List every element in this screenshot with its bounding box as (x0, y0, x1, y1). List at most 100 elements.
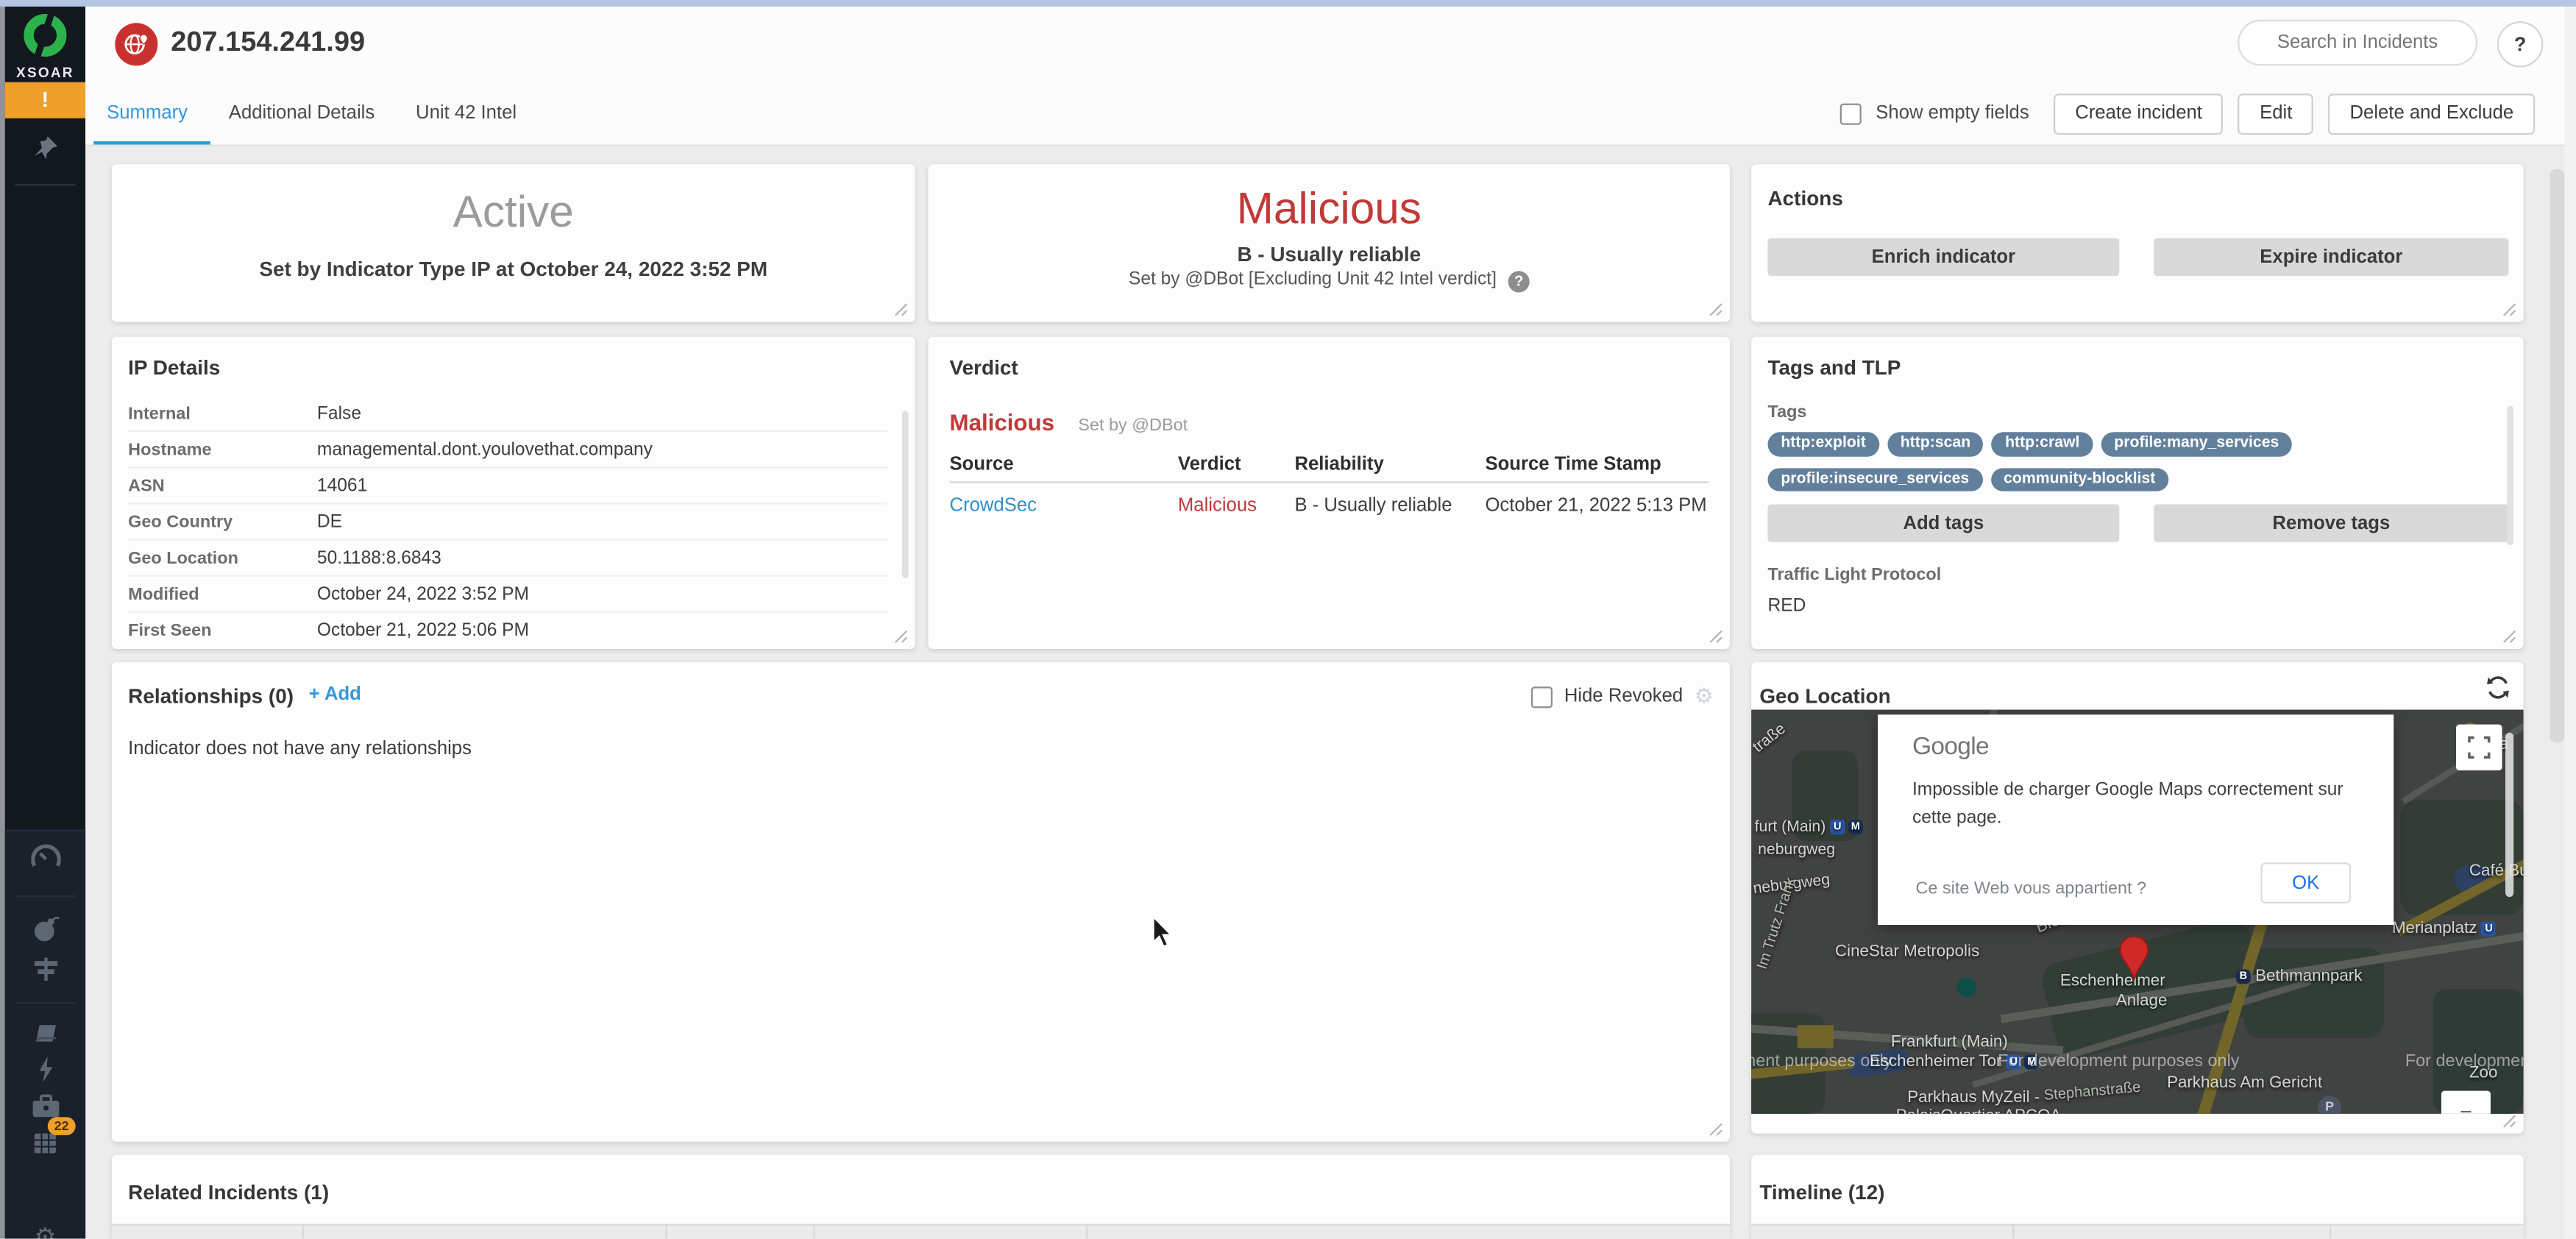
ok-button[interactable]: OK (2260, 862, 2351, 903)
verdict-banner-set-by: Set by @DBot [Excluding Unit 42 Intel ve… (1129, 269, 1497, 289)
table-row: ASN14061 (128, 468, 887, 504)
sidebar-item-incident-active[interactable]: ! (5, 82, 85, 118)
resize-handle-icon[interactable] (894, 629, 909, 644)
tag-pill[interactable]: community-blocklist (1990, 467, 2168, 491)
card-scrollbar[interactable] (2505, 733, 2513, 897)
dialog-question: Ce site Web vous appartient ? (1915, 879, 2146, 899)
resize-handle-icon[interactable] (2502, 629, 2517, 644)
column-header: Reliability (1294, 455, 1383, 475)
ip-details-card: IP Details InternalFalse Hostnamemanagem… (112, 337, 915, 649)
sbahn-icon: B (2236, 969, 2251, 984)
xsoar-logo-icon[interactable] (23, 13, 67, 57)
verdict-set-by: Set by @DBot (1078, 416, 1188, 436)
incidents-bomb-icon[interactable] (5, 913, 85, 951)
tab-summary[interactable]: Summary (107, 82, 188, 145)
table-row: InternalFalse (128, 396, 887, 432)
marketplace-count-badge: 22 (48, 1117, 76, 1135)
map-label: Parkhaus MyZeil - (1907, 1089, 2040, 1107)
hide-revoked-checkbox[interactable] (1531, 686, 1553, 707)
map-label: neburgweg (1758, 841, 1835, 859)
source-link[interactable]: CrowdSec (950, 496, 1037, 516)
create-incident-button[interactable]: Create incident (2054, 93, 2224, 134)
row-timestamp: October 21, 2022 5:13 PM (1485, 496, 1706, 516)
dashboard-gauge-icon[interactable] (5, 845, 85, 879)
metro-icon: M (1848, 820, 1863, 834)
table-header-divider (950, 481, 1709, 483)
relationships-settings-gear-icon[interactable]: ⚙ (1695, 684, 1714, 710)
google-logo: Google (1912, 733, 1989, 761)
page-scrollbar-thumb[interactable] (2550, 169, 2564, 742)
playbooks-book-icon[interactable] (5, 1020, 85, 1055)
tag-pill[interactable]: profile:insecure_services (1767, 467, 1982, 491)
refresh-icon[interactable] (2485, 675, 2510, 709)
status-card: Active Set by Indicator Type IP at Octob… (112, 164, 915, 322)
resize-handle-icon[interactable] (1709, 302, 1723, 317)
help-icon: ? (2514, 33, 2526, 56)
resize-handle-icon[interactable] (894, 302, 909, 317)
column-header: Verdict (1178, 455, 1241, 475)
fullscreen-button[interactable] (2456, 725, 2502, 771)
hide-revoked-label: Hide Revoked (1564, 686, 1683, 706)
tlp-value: RED (1767, 597, 1806, 617)
ip-details-title: IP Details (128, 357, 220, 380)
parking-icon: P (2318, 1096, 2341, 1114)
resize-handle-icon[interactable] (1709, 629, 1723, 644)
search-input[interactable] (2238, 20, 2477, 66)
timeline-card: Timeline (12) (1751, 1155, 2523, 1239)
add-tags-button[interactable]: Add tags (1767, 504, 2119, 542)
marketplace-cube-icon[interactable]: 22 (5, 1127, 85, 1165)
tab-additional-details[interactable]: Additional Details (229, 82, 375, 145)
map-label: Frankfurt (Main) (1891, 1033, 2008, 1051)
column-header: Source Time Stamp (1485, 455, 1661, 475)
tabs-bar: Summary Additional Details Unit 42 Intel… (85, 82, 2576, 146)
map-label: Parkhaus Am Gericht (2167, 1074, 2322, 1093)
geo-location-title: Geo Location (1759, 685, 1890, 708)
tab-unit-42-intel[interactable]: Unit 42 Intel (416, 82, 517, 145)
tag-pill[interactable]: profile:many_services (2101, 432, 2292, 455)
add-relationship-link[interactable]: + Add (309, 685, 361, 705)
expire-indicator-button[interactable]: Expire indicator (2154, 238, 2508, 276)
card-scrollbar[interactable] (2507, 406, 2513, 546)
verdict-title: Verdict (950, 357, 1018, 380)
tlp-label: Traffic Light Protocol (1767, 565, 1941, 585)
table-header-row (1751, 1224, 2523, 1238)
location-pin-icon (2119, 937, 2149, 981)
tags-label: Tags (1767, 402, 1806, 422)
ubahn-icon: U (1830, 820, 1845, 834)
geo-map[interactable]: traße furt (Main) UM neburgweg neburgweg… (1751, 710, 2523, 1114)
status-set-by: Set by Indicator Type IP at October 24, … (112, 258, 915, 281)
relationships-empty-message: Indicator does not have any relationship… (128, 739, 472, 759)
verdict-help-icon[interactable]: ? (1508, 271, 1530, 292)
edit-button[interactable]: Edit (2238, 93, 2313, 134)
map-zoom-out-button[interactable]: − (2441, 1091, 2491, 1114)
transit-stop-icon (1956, 978, 1976, 998)
tag-pill[interactable]: http:exploit (1767, 432, 1878, 455)
verdict-value: Malicious (950, 409, 1054, 436)
column-header: Source (950, 455, 1014, 475)
help-button[interactable]: ? (2497, 21, 2544, 68)
card-scrollbar[interactable] (902, 411, 909, 578)
map-label: PalaisQuartier APCOA (1896, 1107, 2062, 1114)
resize-handle-icon[interactable] (1709, 1122, 1723, 1137)
google-maps-error-dialog: Google Impossible de charger Google Maps… (1878, 714, 2394, 925)
mouse-cursor (1152, 917, 1174, 950)
page-scrollbar-track[interactable] (2564, 0, 2576, 1239)
tags-tlp-card: Tags and TLP Tags http:exploithttp:scanh… (1751, 337, 2523, 649)
resize-handle-icon[interactable] (2502, 1114, 2517, 1129)
threat-intel-signpost-icon[interactable] (5, 954, 85, 992)
table-row: First SeenOctober 21, 2022 5:06 PM (128, 613, 887, 647)
tag-pill[interactable]: http:crawl (1992, 432, 2093, 455)
enrich-indicator-button[interactable]: Enrich indicator (1767, 238, 2119, 276)
verdict-card: Verdict Malicious Set by @DBot Source Ve… (929, 337, 1731, 649)
delete-and-exclude-button[interactable]: Delete and Exclude (2328, 93, 2535, 134)
automation-lightning-icon[interactable] (5, 1057, 85, 1091)
verdict-banner-reliability: B - Usually reliable (929, 243, 1731, 266)
map-watermark: ment purposes only (1751, 1051, 1892, 1071)
resize-handle-icon[interactable] (2502, 302, 2517, 317)
tag-pill[interactable]: http:scan (1887, 432, 1984, 455)
remove-tags-button[interactable]: Remove tags (2154, 504, 2508, 542)
settings-gear-icon[interactable]: ⚙ (5, 1222, 85, 1238)
active-tab-underline (93, 141, 210, 145)
show-empty-fields-checkbox[interactable] (1839, 103, 1861, 124)
pin-icon[interactable] (5, 135, 85, 169)
